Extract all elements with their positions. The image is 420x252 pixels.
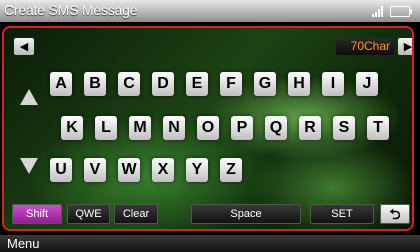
key-l[interactable]: L — [95, 116, 117, 140]
key-z[interactable]: Z — [220, 158, 242, 182]
key-o[interactable]: O — [197, 116, 219, 140]
scroll-down-icon[interactable] — [20, 158, 38, 174]
key-m[interactable]: M — [129, 116, 151, 140]
qwe-layout-button[interactable]: QWE — [67, 204, 110, 224]
key-q[interactable]: Q — [265, 116, 287, 140]
shift-button[interactable]: Shift — [12, 204, 62, 224]
menu-button[interactable]: Menu — [7, 236, 40, 251]
title-bar: Create SMS Message — [0, 0, 420, 22]
key-x[interactable]: X — [152, 158, 174, 182]
bottom-menu-bar: Menu — [0, 235, 420, 252]
key-a[interactable]: A — [50, 72, 72, 96]
status-area — [372, 4, 412, 18]
key-w[interactable]: W — [118, 158, 140, 182]
key-t[interactable]: T — [367, 116, 389, 140]
key-v[interactable]: V — [84, 158, 106, 182]
battery-icon — [390, 5, 412, 17]
key-h[interactable]: H — [288, 72, 310, 96]
char-counter: 70Char — [336, 38, 394, 55]
key-u[interactable]: U — [50, 158, 72, 182]
page-title: Create SMS Message — [4, 2, 138, 18]
key-y[interactable]: Y — [186, 158, 208, 182]
key-f[interactable]: F — [220, 72, 242, 96]
key-e[interactable]: E — [186, 72, 208, 96]
clear-button[interactable]: Clear — [114, 204, 158, 224]
key-r[interactable]: R — [299, 116, 321, 140]
back-button[interactable]: ⮌ — [380, 204, 410, 224]
cursor-left-button[interactable]: ◀ — [14, 38, 34, 55]
cursor-right-button[interactable]: ▶ — [398, 38, 412, 55]
key-n[interactable]: N — [163, 116, 185, 140]
set-button[interactable]: SET — [310, 204, 374, 224]
key-b[interactable]: B — [84, 72, 106, 96]
key-g[interactable]: G — [254, 72, 276, 96]
scroll-up-icon[interactable] — [20, 89, 38, 105]
key-k[interactable]: K — [61, 116, 83, 140]
key-i[interactable]: I — [322, 72, 344, 96]
key-d[interactable]: D — [152, 72, 174, 96]
key-s[interactable]: S — [333, 116, 355, 140]
key-j[interactable]: J — [356, 72, 378, 96]
key-c[interactable]: C — [118, 72, 140, 96]
space-button[interactable]: Space — [191, 204, 301, 224]
key-p[interactable]: P — [231, 116, 253, 140]
sms-keyboard-panel: ◀ 70Char ▶ A B C D E F G H I J K L M N O… — [2, 26, 414, 231]
signal-icon — [372, 5, 384, 17]
